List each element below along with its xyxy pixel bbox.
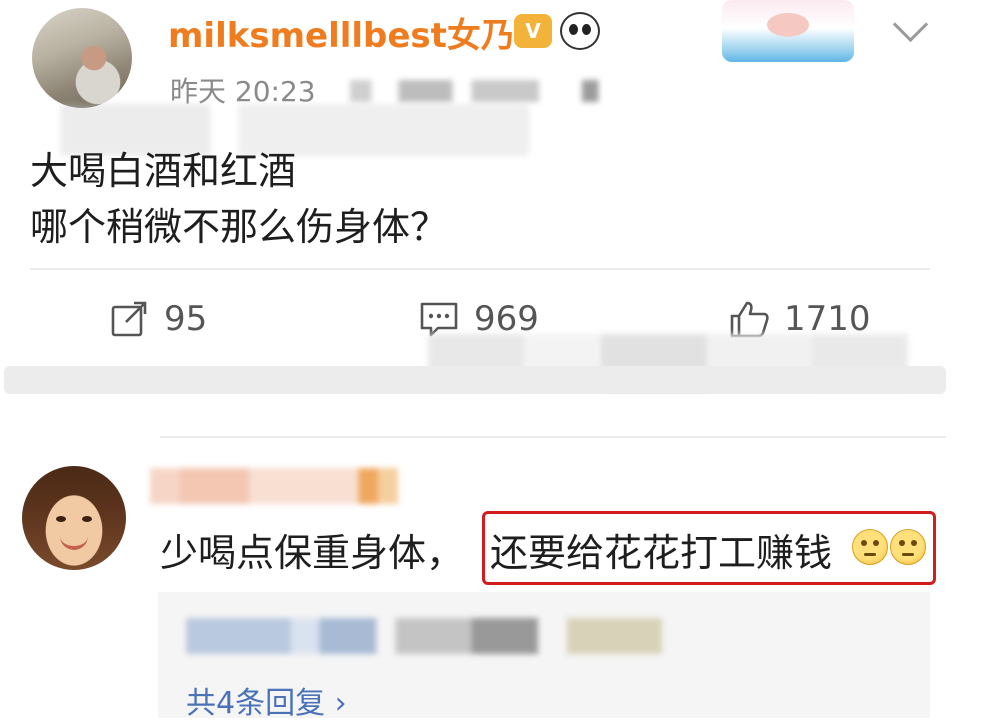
panda-badge-icon (560, 12, 600, 50)
post-body-line-1: 大喝白酒和红酒 (30, 149, 297, 193)
repost-icon (111, 301, 147, 337)
commenter-avatar[interactable] (22, 466, 126, 570)
comment-text: 少喝点保重身体， (160, 531, 465, 575)
section-separator (4, 366, 946, 394)
vip-badge-icon: V (514, 14, 552, 48)
view-replies-link[interactable]: 共4条回复 › (186, 678, 347, 722)
post-body-line-2: 哪个稍微不那么伤身体？ (30, 205, 449, 249)
sad-face-icon (890, 529, 926, 565)
repost-count: 95 (164, 299, 208, 339)
chevron-down-icon[interactable] (892, 6, 929, 43)
sad-face-icon (852, 529, 888, 565)
comment-divider (160, 436, 946, 438)
obscured-reply (186, 618, 662, 654)
obscured-commenter-name (150, 468, 398, 504)
comment-count: 969 (474, 299, 539, 339)
post-divider (30, 268, 930, 270)
decoration-banner (722, 0, 854, 62)
author-username[interactable]: milksmelllbest女乃 (168, 8, 515, 57)
author-avatar[interactable] (32, 8, 132, 108)
repost-button[interactable]: 95 (108, 296, 207, 342)
like-count: 1710 (784, 299, 871, 339)
comment-highlighted-text: 还要给花花打工赚钱 (490, 531, 833, 575)
obscured-source (350, 80, 620, 102)
